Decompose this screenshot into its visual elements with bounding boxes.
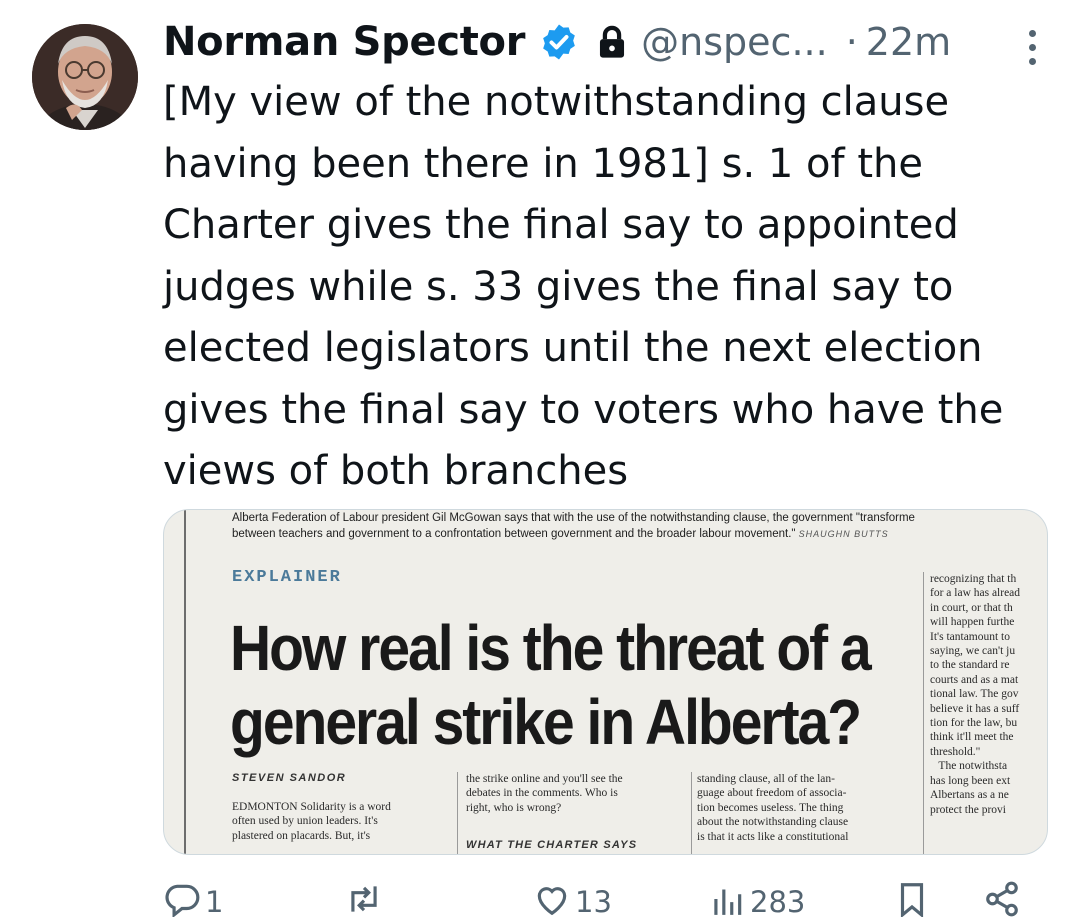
share-button[interactable] — [983, 880, 1021, 917]
headline-line-1: How real is the threat of a — [230, 613, 872, 685]
more-options-icon[interactable] — [1021, 30, 1043, 72]
article-byline: STEVEN SANDOR — [232, 772, 347, 784]
retweet-icon — [351, 886, 377, 912]
like-button[interactable]: 13 — [533, 880, 612, 917]
caption-line-1: Alberta Federation of Labour president G… — [232, 512, 915, 524]
like-icon — [537, 887, 567, 916]
bookmark-icon — [900, 883, 924, 917]
retweet-button[interactable] — [345, 880, 387, 917]
author-name[interactable]: Norman Spector — [163, 19, 525, 65]
page-edge-rule — [184, 510, 186, 854]
avatar-photo — [32, 24, 138, 130]
reply-count: 1 — [205, 885, 224, 917]
tweet-action-bar: 1 13 283 — [163, 880, 1043, 917]
view-count: 283 — [750, 885, 806, 917]
author-handle[interactable]: @nspec... — [641, 20, 828, 64]
column-divider — [923, 572, 924, 854]
article-column-1: EDMONTON Solidarity is a word often used… — [232, 801, 391, 842]
reply-icon — [165, 884, 200, 917]
article-column-4: recognizing that th for a law has alread… — [930, 573, 1021, 816]
reply-button[interactable]: 1 — [163, 880, 223, 917]
verified-badge-icon[interactable] — [539, 22, 579, 62]
photo-caption: Alberta Federation of Labour president G… — [232, 510, 1032, 542]
article-column-3: standing clause, all of the lan- guage a… — [697, 773, 849, 843]
tweet-media-image[interactable]: Alberta Federation of Labour president G… — [163, 509, 1048, 855]
share-icon — [986, 881, 1018, 917]
article-column-2: the strike online and you'll see the deb… — [466, 773, 623, 814]
views-button[interactable]: 283 — [708, 880, 805, 917]
like-count: 13 — [575, 885, 612, 917]
bookmark-button[interactable] — [893, 880, 931, 917]
section-kicker: EXPLAINER — [232, 568, 342, 587]
newspaper-clipping: Alberta Federation of Labour president G… — [164, 510, 1047, 854]
column-divider — [457, 772, 458, 854]
author-avatar[interactable] — [32, 24, 138, 130]
caption-line-2: between teachers and government to a con… — [232, 528, 796, 540]
protected-lock-icon — [597, 25, 627, 59]
photo-credit: SHAUGHN BUTTS — [798, 529, 889, 539]
article-subhead: WHAT THE CHARTER SAYS — [466, 839, 638, 851]
tweet-text: [My view of the notwithstanding clause h… — [163, 79, 1004, 494]
views-icon — [714, 889, 742, 915]
tweet-timestamp[interactable]: 22m — [866, 20, 951, 64]
header-separator: · — [845, 20, 858, 64]
headline-line-2: general strike in Alberta? — [230, 687, 862, 759]
article-headline: How real is the threat of a general stri… — [230, 612, 930, 760]
column-divider — [691, 772, 692, 854]
tweet-header: Norman Spector @nspec... · 22m — [163, 12, 1043, 72]
